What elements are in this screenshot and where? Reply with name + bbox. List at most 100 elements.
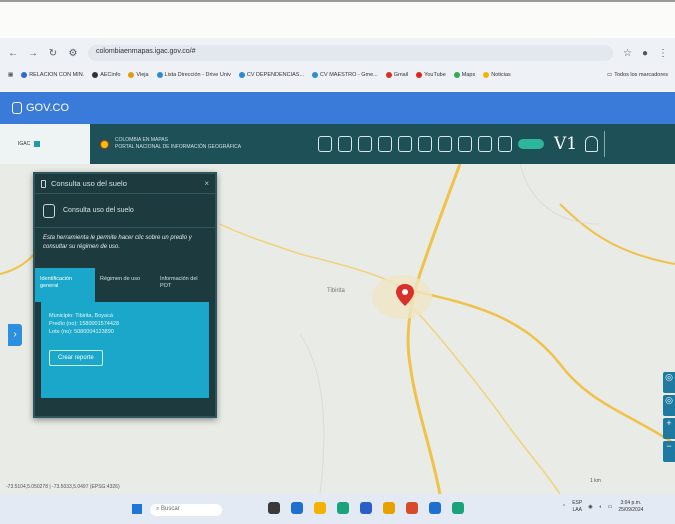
bookmark-item[interactable]: Lista Dirección - Drive Univ xyxy=(156,72,231,78)
profile-avatar[interactable]: ● xyxy=(642,48,648,59)
apps-icon[interactable]: ▦ xyxy=(8,72,13,78)
table-icon[interactable] xyxy=(358,136,372,152)
bookmark-item[interactable]: YouTube xyxy=(416,72,446,78)
outlook-icon[interactable] xyxy=(429,502,441,514)
zoom-in-button[interactable]: + xyxy=(663,418,675,439)
explorer-icon[interactable] xyxy=(314,502,326,514)
bookmark-item[interactable]: Noticias xyxy=(483,72,511,78)
menu-icon[interactable]: ⋮ xyxy=(658,48,668,59)
forward-icon[interactable]: → xyxy=(28,48,38,59)
windows-start-icon[interactable] xyxy=(132,504,142,514)
print-icon[interactable] xyxy=(378,136,392,152)
tab-identificacion[interactable]: Identificación general xyxy=(35,268,95,302)
road xyxy=(559,203,675,265)
app-icon[interactable] xyxy=(406,502,418,514)
volume-icon[interactable]: ◖ xyxy=(599,504,602,510)
draw-icon[interactable] xyxy=(438,136,452,152)
star-icon[interactable]: ☆ xyxy=(623,48,632,59)
bookmark-label: Noticias xyxy=(491,72,511,78)
wifi-icon[interactable]: ◉ xyxy=(588,504,592,510)
bookmark-label: CV DEPENDENCIAS... xyxy=(246,72,305,78)
location-icon[interactable] xyxy=(398,136,412,152)
site-info-icon[interactable]: ⚙ xyxy=(68,48,78,59)
portal-brand: COLOMBIA EN MAPAS PORTAL NACIONAL DE INF… xyxy=(90,137,310,151)
create-report-button[interactable]: Crear reporte xyxy=(49,350,103,366)
igac-logo[interactable]: IGAC xyxy=(0,124,90,164)
scale-bar: 1 km xyxy=(590,478,601,484)
reload-icon[interactable]: ↻ xyxy=(48,48,58,59)
bookmark-item[interactable]: Maps xyxy=(453,72,476,78)
coordinates-readout: -73.5104,5.050278 | -73.5033,5.0497 (EPS… xyxy=(6,484,120,490)
chrome-icon[interactable] xyxy=(383,502,395,514)
brand-subtitle: PORTAL NACIONAL DE INFORMACIÓN GEOGRÁFIC… xyxy=(115,144,242,150)
bookmark-favicon-icon xyxy=(156,72,163,78)
bookmark-item[interactable]: Gmail xyxy=(385,72,409,78)
edge-icon[interactable] xyxy=(337,502,349,514)
gmail-icon xyxy=(385,72,392,78)
brand-text: COLOMBIA EN MAPAS PORTAL NACIONAL DE INF… xyxy=(115,137,241,151)
layers-icon[interactable] xyxy=(338,136,352,152)
info-municipio: Municipio: Tibirita, Boyacá xyxy=(49,313,113,319)
youtube-icon xyxy=(416,72,423,78)
app-icon[interactable] xyxy=(360,502,372,514)
folder-icon: ▭ xyxy=(606,72,613,78)
colombia-emblem-icon xyxy=(100,139,109,149)
panel-subtitle: Consulta uso del suelo xyxy=(63,207,134,214)
user-icon[interactable] xyxy=(585,136,599,152)
address-bar[interactable]: colombiaenmapas.igac.gov.co/# xyxy=(88,45,613,61)
tab-regimen[interactable]: Régimen de uso xyxy=(95,268,155,302)
road xyxy=(219,223,406,290)
measure-icon[interactable] xyxy=(418,136,432,152)
tool-icon xyxy=(43,203,55,218)
clock-time: 3:04 p.m. xyxy=(620,500,642,506)
bookmark-item[interactable]: Vieja xyxy=(128,72,149,78)
bookmark-item[interactable]: RELACION CON MIN. xyxy=(21,72,84,78)
bookmark-item[interactable]: CV DEPENDENCIAS... xyxy=(238,72,305,78)
windows-taskbar: ⌕ Buscar ⌃ ESP LAA ◉ ◖ ▭ 3:04 p.m. 25/09… xyxy=(0,494,675,524)
info-icon[interactable] xyxy=(498,136,512,152)
clock-date: 25/09/2024 xyxy=(618,507,644,513)
app-icon[interactable] xyxy=(452,502,464,514)
time-icon[interactable] xyxy=(478,136,492,152)
bookmark-item[interactable]: AECinfo xyxy=(92,72,120,78)
maps-icon xyxy=(453,72,460,78)
panel-header: Consulta uso del suelo × xyxy=(35,174,215,194)
zoom-out-button[interactable]: − xyxy=(663,441,675,462)
chevron-up-icon[interactable]: ⌃ xyxy=(562,504,566,510)
gov-label[interactable]: GOV.CO xyxy=(26,102,69,114)
layout-label: LAA xyxy=(572,507,582,513)
taskbar-search[interactable]: ⌕ Buscar xyxy=(150,504,222,516)
book-icon[interactable] xyxy=(318,136,332,152)
clock[interactable]: 3:04 p.m. 25/09/2024 xyxy=(618,500,643,514)
bookmark-label: Vieja xyxy=(136,72,149,78)
expand-panel-handle[interactable]: › xyxy=(8,324,22,346)
bookmark-item[interactable]: CV MAESTRO - Gme... xyxy=(312,72,378,78)
app-header: IGAC COLOMBIA EN MAPAS PORTAL NACIONAL D… xyxy=(0,124,675,164)
version-label: V1 xyxy=(554,134,578,154)
locate-button[interactable]: ◎ xyxy=(663,372,675,393)
app-icon[interactable] xyxy=(291,502,303,514)
task-view-icon[interactable] xyxy=(268,502,280,514)
panel-subheader: Consulta uso del suelo xyxy=(35,194,215,228)
bookmark-label: Maps xyxy=(461,72,476,78)
close-icon[interactable]: × xyxy=(204,179,209,188)
place-label: Tibirita xyxy=(327,288,345,294)
main-road xyxy=(406,164,462,494)
battery-icon[interactable]: ▭ xyxy=(608,504,613,510)
tab-pot[interactable]: Información del POT xyxy=(155,268,215,302)
back-icon[interactable]: ← xyxy=(8,48,18,59)
minor-road xyxy=(519,164,601,225)
language-indicator[interactable]: ESP LAA xyxy=(572,500,582,514)
info-predio: Predio (no): 1580001574428 xyxy=(49,321,120,327)
all-bookmarks[interactable]: ▭ Todos los marcadores xyxy=(607,72,668,78)
road xyxy=(399,293,561,494)
info-lote: Lote (no): 5080004123890 xyxy=(49,329,114,335)
all-bookmarks-label: Todos los marcadores xyxy=(614,72,668,78)
logo-text: IGAC xyxy=(18,141,31,147)
home-view-button[interactable]: ◎ xyxy=(663,395,675,416)
bookmarks-bar: ▦ RELACION CON MIN. AECinfo Vieja Lista … xyxy=(8,68,668,82)
system-tray: ⌃ ESP LAA ◉ ◖ ▭ 3:04 p.m. 25/09/2024 xyxy=(562,500,643,514)
toggle-pill[interactable] xyxy=(518,139,544,149)
bookmark-label: Gmail xyxy=(393,72,409,78)
share-icon[interactable] xyxy=(458,136,472,152)
